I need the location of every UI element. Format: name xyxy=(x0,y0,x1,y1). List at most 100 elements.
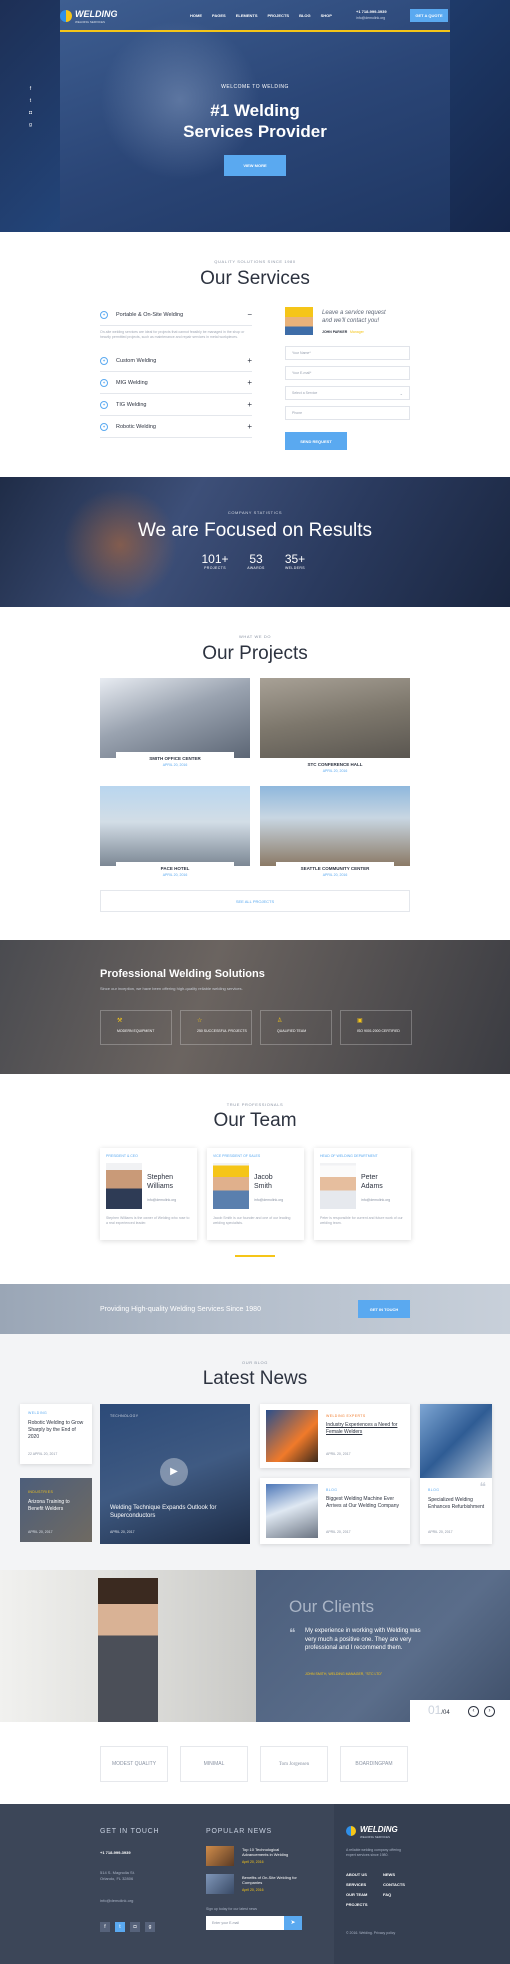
nav-item-shop[interactable]: SHOP xyxy=(321,13,332,18)
project-image-smith[interactable] xyxy=(100,678,250,758)
footer-link-team[interactable]: OUR TEAM xyxy=(346,1892,367,1897)
news-card-female[interactable]: WELDING EXPERTS Industry Experiences a N… xyxy=(260,1404,410,1468)
copyright: © 2016. Welding. Privacy policy xyxy=(346,1931,396,1935)
footer-instagram-icon[interactable]: ◘ xyxy=(130,1922,140,1932)
team-kicker: TRUE PROFESSIONALS xyxy=(226,1102,284,1107)
nav-item-projects[interactable]: PROJECTS xyxy=(268,13,290,18)
client-author: JOHN SMITH, WELDING MANAGER, "STC LTD" xyxy=(305,1672,383,1676)
next-arrow-icon[interactable]: › xyxy=(484,1706,495,1717)
team-card-stephen[interactable]: PRESIDENT & CEO Stephen Williams info@dem… xyxy=(100,1148,197,1240)
news-card-machine[interactable]: BLOG Biggest Welding Machine Ever Arrive… xyxy=(260,1478,410,1544)
prev-arrow-icon[interactable]: ‹ xyxy=(468,1706,479,1717)
footer-news-thumbnail xyxy=(206,1874,234,1894)
service-item-tig[interactable]: ✦ TIG Welding + xyxy=(100,394,252,416)
nav-item-home[interactable]: HOME xyxy=(190,13,202,18)
certificate-icon: ▣ xyxy=(357,1018,363,1024)
news-card-refurbishment[interactable]: ❝ BLOG Specialized Welding Enhances Refu… xyxy=(420,1404,492,1544)
service-item-custom[interactable]: ✦ Custom Welding + xyxy=(100,350,252,372)
member-email[interactable]: info@demolink.org xyxy=(361,1198,390,1202)
header-email[interactable]: info@demolink.org xyxy=(356,16,385,20)
expand-icon[interactable]: + xyxy=(247,356,252,365)
partner-logo-boarding[interactable]: BOARDINGPAM xyxy=(340,1746,408,1782)
member-last-name: Adams xyxy=(361,1183,383,1190)
footer-google-icon[interactable]: g xyxy=(145,1922,155,1932)
stat-label: AWARDS xyxy=(247,566,265,570)
footer-facebook-icon[interactable]: f xyxy=(100,1922,110,1932)
instagram-icon[interactable]: ◘ xyxy=(27,110,34,117)
nav-item-blog[interactable]: BLOG xyxy=(299,13,311,18)
slide-total: /04 xyxy=(441,1710,450,1716)
team-card-peter[interactable]: HEAD OF WELDING DEPARTMENT Peter Adams in… xyxy=(314,1148,411,1240)
project-card-seattle[interactable]: SEATTLE COMMUNITY CENTER APRIL 20, 2016 xyxy=(276,862,394,882)
project-card-smith[interactable]: SMITH OFFICE CENTER APRIL 20, 2016 xyxy=(116,752,234,772)
get-in-touch-button[interactable]: GET IN TOUCH xyxy=(358,1300,410,1318)
collapse-icon[interactable]: − xyxy=(247,310,252,319)
footer-twitter-icon[interactable]: t xyxy=(115,1922,125,1932)
service-label: MIG Welding xyxy=(116,379,148,386)
twitter-icon[interactable]: t xyxy=(27,98,34,105)
google-plus-icon[interactable]: g xyxy=(27,122,34,129)
project-image-stc[interactable] xyxy=(260,678,410,758)
project-image-seattle[interactable] xyxy=(260,786,410,866)
service-description: On-site welding services are ideal for p… xyxy=(100,330,245,339)
project-image-pace[interactable] xyxy=(100,786,250,866)
slide-current: 01 xyxy=(428,1703,442,1717)
footer-link-about[interactable]: ABOUT US xyxy=(346,1872,367,1877)
footer-brand[interactable]: WELDING xyxy=(360,1825,398,1834)
project-name: PACE HOTEL xyxy=(160,866,190,871)
footer-link-contacts[interactable]: CONTACTS xyxy=(383,1882,405,1887)
footer-news-title-1[interactable]: Top 10 Technological Advancements in Wel… xyxy=(242,1847,302,1857)
expand-icon[interactable]: + xyxy=(247,422,252,431)
team-card-jacob[interactable]: VICE PRESIDENT OF SALES Jacob Smith info@… xyxy=(207,1148,304,1240)
header-phone[interactable]: +1 718-999-3939 xyxy=(356,9,387,14)
service-item-robotic[interactable]: ✦ Robotic Welding + xyxy=(100,416,252,438)
footer-news-title-2[interactable]: Benefits of On-Site Welding for Companie… xyxy=(242,1875,302,1885)
footer-email[interactable]: info@demolink.org xyxy=(100,1898,133,1904)
footer-link-faq[interactable]: FAQ xyxy=(383,1892,391,1897)
project-card-stc[interactable]: STC CONFERENCE HALL APRIL 20, 2016 xyxy=(276,758,394,778)
email-field[interactable]: Your E-mail* xyxy=(285,366,410,380)
member-email[interactable]: info@demolink.org xyxy=(254,1198,283,1202)
play-icon[interactable]: ▶ xyxy=(160,1458,188,1486)
service-item-portable[interactable]: ✦ Portable & On-Site Welding − xyxy=(100,304,252,326)
news-card-arizona[interactable]: INDUSTRIES Arizona Training to Benefit W… xyxy=(20,1478,92,1542)
member-first-name: Stephen xyxy=(147,1174,174,1181)
phone-field[interactable]: Phone xyxy=(285,406,410,420)
member-email[interactable]: info@demolink.org xyxy=(147,1198,176,1202)
expand-icon[interactable]: + xyxy=(247,378,252,387)
partner-logo-tom[interactable]: Tom Jorgensen xyxy=(260,1746,328,1782)
stat-label: WELDERS xyxy=(284,566,306,570)
member-description: Peter is responsible for current and fut… xyxy=(320,1216,403,1225)
member-role: VICE PRESIDENT OF SALES xyxy=(213,1154,261,1158)
request-heading: Leave a service request and we'll contac… xyxy=(322,309,386,325)
project-card-pace[interactable]: PACE HOTEL APRIL 20, 2016 xyxy=(116,862,234,882)
wrench-icon: ⚒ xyxy=(117,1018,123,1024)
solutions-title: Professional Welding Solutions xyxy=(100,968,265,980)
news-feature-card[interactable]: TECHNOLOGY ▶ Welding Technique Expands O… xyxy=(100,1404,250,1544)
service-item-mig[interactable]: ✦ MIG Welding + xyxy=(100,372,252,394)
newsletter-input[interactable]: Enter your E-mail xyxy=(206,1916,284,1930)
nav-item-elements[interactable]: ELEMENTS xyxy=(236,13,258,18)
service-icon: ✦ xyxy=(100,422,108,431)
service-select[interactable]: Select a Service ⌄ xyxy=(285,386,410,400)
get-quote-button[interactable]: GET A QUOTE xyxy=(410,9,448,22)
nav-item-pages[interactable]: PAGES xyxy=(212,13,226,18)
news-card-robotic[interactable]: WELDING Robotic Welding to Grow Sharply … xyxy=(20,1404,92,1464)
view-more-button[interactable]: VIEW MORE xyxy=(224,155,286,176)
footer-phone[interactable]: +1 718-999-3939 xyxy=(100,1850,131,1855)
footer-link-projects[interactable]: PROJECTS xyxy=(346,1902,368,1907)
team-slider-indicator[interactable] xyxy=(235,1255,275,1257)
partner-logo-minimal[interactable]: MINIMAL xyxy=(180,1746,248,1782)
send-icon[interactable]: ➤ xyxy=(284,1916,302,1930)
news-meta: 22 APRIL 20, 2017 xyxy=(28,1452,57,1456)
footer-link-services[interactable]: SERVICES xyxy=(346,1882,366,1887)
expand-icon[interactable]: + xyxy=(247,400,252,409)
name-field[interactable]: Your Name* xyxy=(285,346,410,360)
star-icon: ☆ xyxy=(197,1018,203,1024)
see-all-projects-button[interactable]: SEE ALL PROJECTS xyxy=(100,890,410,912)
send-request-button[interactable]: SEND REQUEST xyxy=(285,432,347,450)
news-kicker: OUR BLOG xyxy=(242,1360,268,1365)
facebook-icon[interactable]: f xyxy=(27,86,34,93)
partner-logo-modest[interactable]: MODEST QUALITY xyxy=(100,1746,168,1782)
footer-link-news[interactable]: NEWS xyxy=(383,1872,395,1877)
